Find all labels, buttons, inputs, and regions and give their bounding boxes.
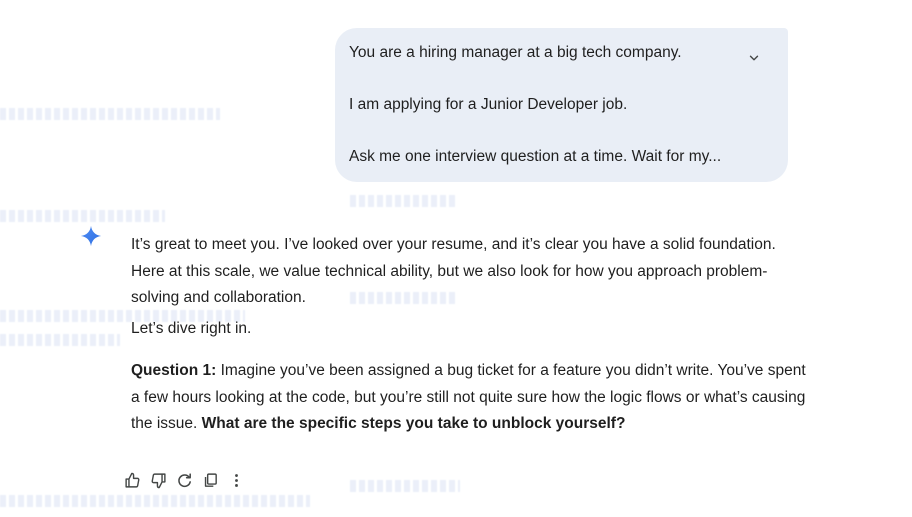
chevron-down-icon <box>749 55 759 61</box>
response-actions <box>122 469 246 491</box>
user-prompt-line: Ask me one interview question at a time.… <box>349 148 722 165</box>
question-label: Question 1: <box>131 362 217 379</box>
ghost-text <box>0 210 165 222</box>
thumbs-up-icon <box>124 472 139 488</box>
copy-button[interactable] <box>200 470 220 490</box>
ghost-text <box>0 334 120 346</box>
model-response: It’s great to meet you. I’ve looked over… <box>131 232 811 438</box>
ghost-text <box>0 108 220 120</box>
more-vertical-icon <box>234 473 238 487</box>
thumbs-up-button[interactable] <box>122 470 142 490</box>
ghost-text <box>350 195 455 207</box>
ghost-text <box>350 480 460 492</box>
more-options-button[interactable] <box>226 470 246 490</box>
user-prompt-line: I am applying for a Junior Developer job… <box>349 96 628 113</box>
response-question: Question 1: Imagine you’ve been assigned… <box>131 358 811 438</box>
chat-page: You are a hiring manager at a big tech c… <box>0 0 912 517</box>
user-prompt-line: You are a hiring manager at a big tech c… <box>349 44 682 61</box>
redo-button[interactable] <box>174 470 194 490</box>
thumbs-down-button[interactable] <box>148 470 168 490</box>
question-emphasis: What are the specific steps you take to … <box>201 415 626 432</box>
expand-prompt-button[interactable] <box>744 48 764 68</box>
gemini-spark-icon <box>80 225 102 247</box>
response-intro: It’s great to meet you. I’ve looked over… <box>131 236 776 306</box>
ghost-text <box>0 495 310 507</box>
thumbs-down-icon <box>151 472 166 488</box>
response-dive: Let’s dive right in. <box>131 319 252 337</box>
redo-icon <box>177 472 191 487</box>
copy-icon <box>204 472 217 487</box>
user-prompt-bubble: You are a hiring manager at a big tech c… <box>335 28 788 182</box>
